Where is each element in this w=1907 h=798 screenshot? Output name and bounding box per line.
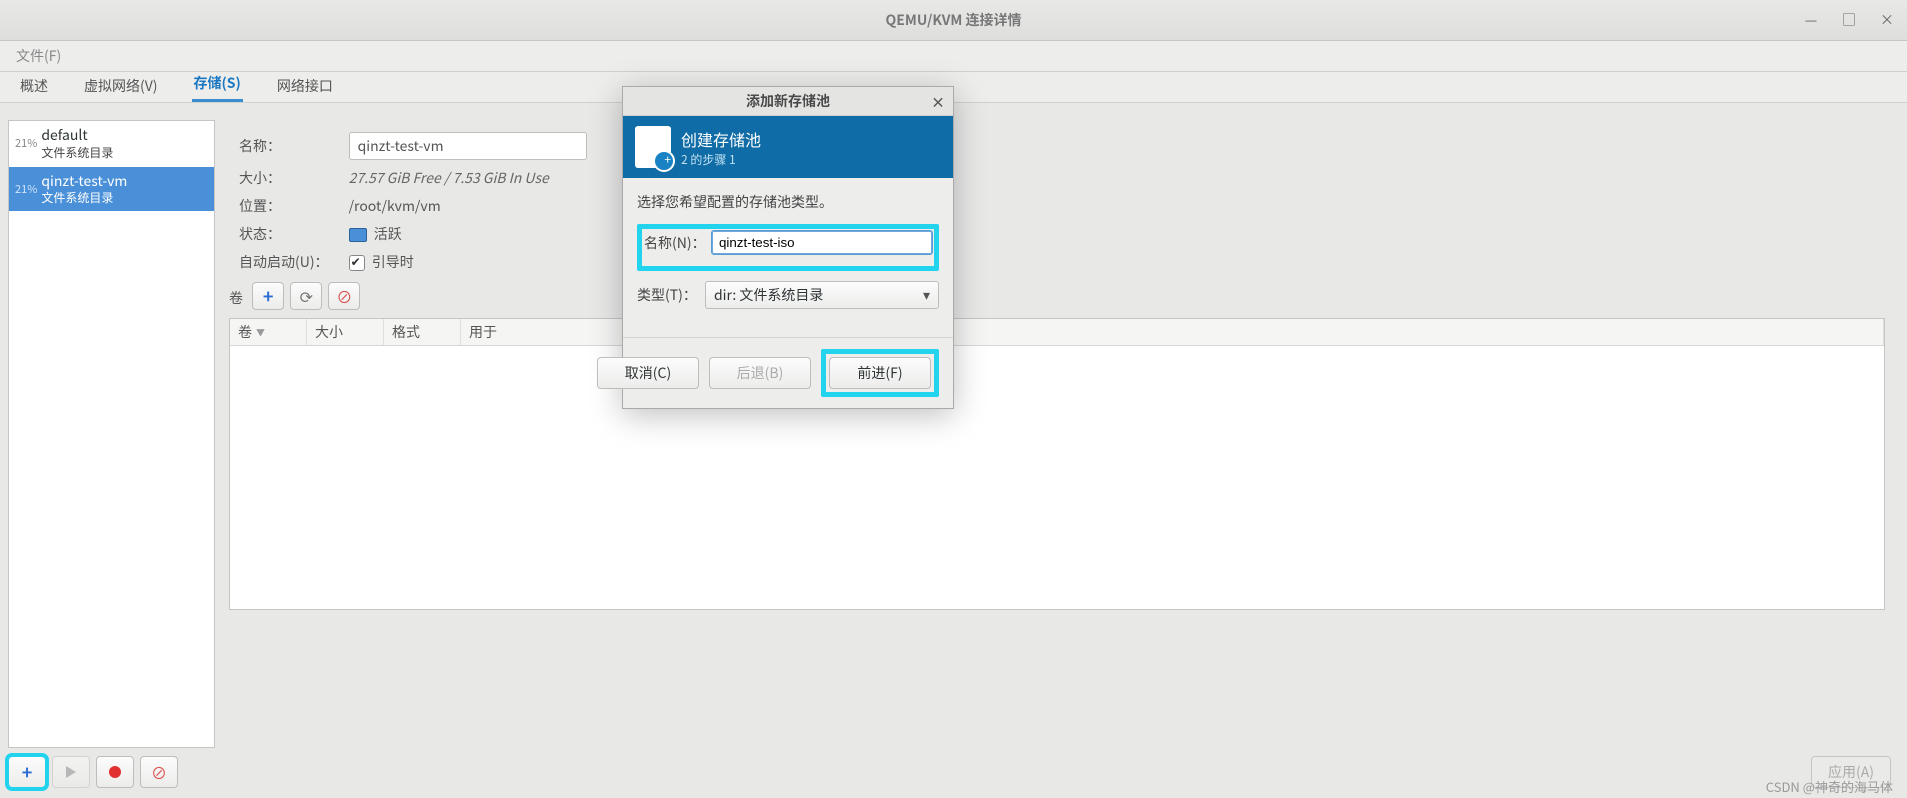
delete-icon: ⊘ bbox=[336, 284, 352, 308]
menu-file[interactable]: 文件(F) bbox=[10, 41, 67, 71]
dialog-titlebar: 添加新存储池 × bbox=[623, 87, 953, 116]
label-pool-type: 类型(T)： bbox=[637, 285, 705, 305]
cancel-button[interactable]: 取消(C) bbox=[597, 357, 699, 389]
delete-pool-button[interactable]: ⊘ bbox=[140, 756, 178, 788]
plus-icon: + bbox=[22, 759, 33, 785]
active-icon bbox=[349, 228, 367, 242]
start-pool-button bbox=[52, 756, 90, 788]
chevron-down-icon: ▾ bbox=[923, 285, 930, 305]
watermark: CSDN @神奇的海马体 bbox=[1766, 777, 1893, 796]
volumes-toolbar: 卷 + ⟳ ⊘ bbox=[229, 282, 1885, 310]
pool-item-qinzt-test-vm[interactable]: 21% qinzt-test-vm 文件系统目录 bbox=[9, 167, 214, 213]
tab-overview[interactable]: 概述 bbox=[18, 70, 50, 102]
pool-name-input[interactable] bbox=[712, 231, 932, 254]
pool-name-input[interactable]: qinzt-test-vm bbox=[349, 132, 587, 160]
pool-detail-panel: 名称： qinzt-test-vm 大小： 27.57 GiB Free / 7… bbox=[215, 120, 1899, 748]
label-state: 状态： bbox=[229, 220, 339, 248]
pool-type: 文件系统目录 bbox=[41, 190, 127, 205]
col-format[interactable]: 格式 bbox=[384, 319, 461, 345]
label-size: 大小： bbox=[229, 164, 339, 192]
back-button: 后退(B) bbox=[709, 357, 811, 389]
tab-storage[interactable]: 存储(S) bbox=[192, 67, 243, 102]
delete-volume-button[interactable]: ⊘ bbox=[328, 282, 360, 310]
pool-size-value: 27.57 GiB Free / 7.53 GiB In Use bbox=[349, 168, 549, 188]
label-name: 名称： bbox=[229, 128, 339, 164]
pool-name: qinzt-test-vm bbox=[41, 173, 127, 191]
dialog-hint: 选择您希望配置的存储池类型。 bbox=[637, 192, 939, 212]
plus-icon: + bbox=[263, 283, 274, 309]
dialog-footer: 取消(C) 后退(B) 前进(F) bbox=[623, 337, 953, 408]
refresh-volumes-button[interactable]: ⟳ bbox=[290, 282, 322, 310]
stop-icon bbox=[109, 766, 121, 778]
menubar: 文件(F) bbox=[0, 41, 1907, 72]
pool-usage-pct: 21% bbox=[15, 135, 37, 151]
banner-heading: 创建存储池 bbox=[681, 127, 761, 151]
pool-type: 文件系统目录 bbox=[41, 145, 113, 160]
pool-type-dropdown[interactable]: dir: 文件系统目录 ▾ bbox=[705, 281, 939, 309]
refresh-icon: ⟳ bbox=[300, 284, 313, 308]
dialog-close-button[interactable]: × bbox=[931, 89, 945, 117]
tab-virtual-network[interactable]: 虚拟网络(V) bbox=[82, 70, 160, 102]
pool-usage-pct: 21% bbox=[15, 181, 37, 197]
new-storage-icon: + bbox=[635, 126, 671, 168]
storage-pool-list[interactable]: 21% default 文件系统目录 21% qinzt-test-vm 文件系… bbox=[8, 120, 215, 748]
col-size[interactable]: 大小 bbox=[307, 319, 384, 345]
window-controls: — □ × bbox=[1801, 0, 1897, 40]
pool-name: default bbox=[41, 127, 113, 145]
pool-state-value: 活跃 bbox=[374, 224, 402, 244]
label-autostart: 自动启动(U)： bbox=[229, 248, 339, 276]
tab-network-interface[interactable]: 网络接口 bbox=[275, 70, 335, 102]
pool-location-value: /root/kvm/vm bbox=[349, 196, 441, 216]
pool-item-default[interactable]: 21% default 文件系统目录 bbox=[9, 121, 214, 167]
maximize-button[interactable]: □ bbox=[1839, 0, 1859, 40]
autostart-checkbox[interactable] bbox=[349, 255, 365, 271]
dialog-banner: + 创建存储池 2 的步骤 1 bbox=[623, 116, 953, 178]
volumes-label: 卷 bbox=[229, 288, 243, 308]
window-titlebar: QEMU/KVM 连接详情 — □ × bbox=[0, 0, 1907, 41]
close-button[interactable]: × bbox=[1877, 0, 1897, 40]
volumes-table: 卷 ▼ 大小 格式 用于 bbox=[229, 318, 1885, 610]
delete-icon: ⊘ bbox=[151, 760, 167, 784]
forward-button[interactable]: 前进(F) bbox=[829, 357, 931, 389]
pool-toolbar: + ⊘ bbox=[8, 756, 178, 788]
add-volume-button[interactable]: + bbox=[252, 282, 284, 310]
add-pool-dialog: 添加新存储池 × + 创建存储池 2 的步骤 1 选择您希望配置的存储池类型。 … bbox=[622, 86, 954, 409]
autostart-label: 引导时 bbox=[372, 252, 414, 272]
stop-pool-button[interactable] bbox=[96, 756, 134, 788]
pool-type-value: dir: 文件系统目录 bbox=[714, 285, 823, 305]
forward-highlight: 前进(F) bbox=[821, 349, 939, 397]
dialog-title: 添加新存储池 bbox=[746, 91, 830, 111]
sort-indicator-icon: ▼ bbox=[256, 326, 265, 339]
add-pool-button[interactable]: + bbox=[8, 756, 46, 788]
banner-step: 2 的步骤 1 bbox=[681, 151, 761, 168]
label-pool-name: 名称(N)： bbox=[644, 233, 712, 253]
window-title: QEMU/KVM 连接详情 bbox=[0, 0, 1907, 40]
name-row-highlight: 名称(N)： bbox=[637, 224, 939, 271]
col-volume[interactable]: 卷 ▼ bbox=[230, 319, 307, 345]
label-location: 位置： bbox=[229, 192, 339, 220]
play-icon bbox=[66, 766, 76, 778]
minimize-button[interactable]: — bbox=[1801, 0, 1821, 40]
